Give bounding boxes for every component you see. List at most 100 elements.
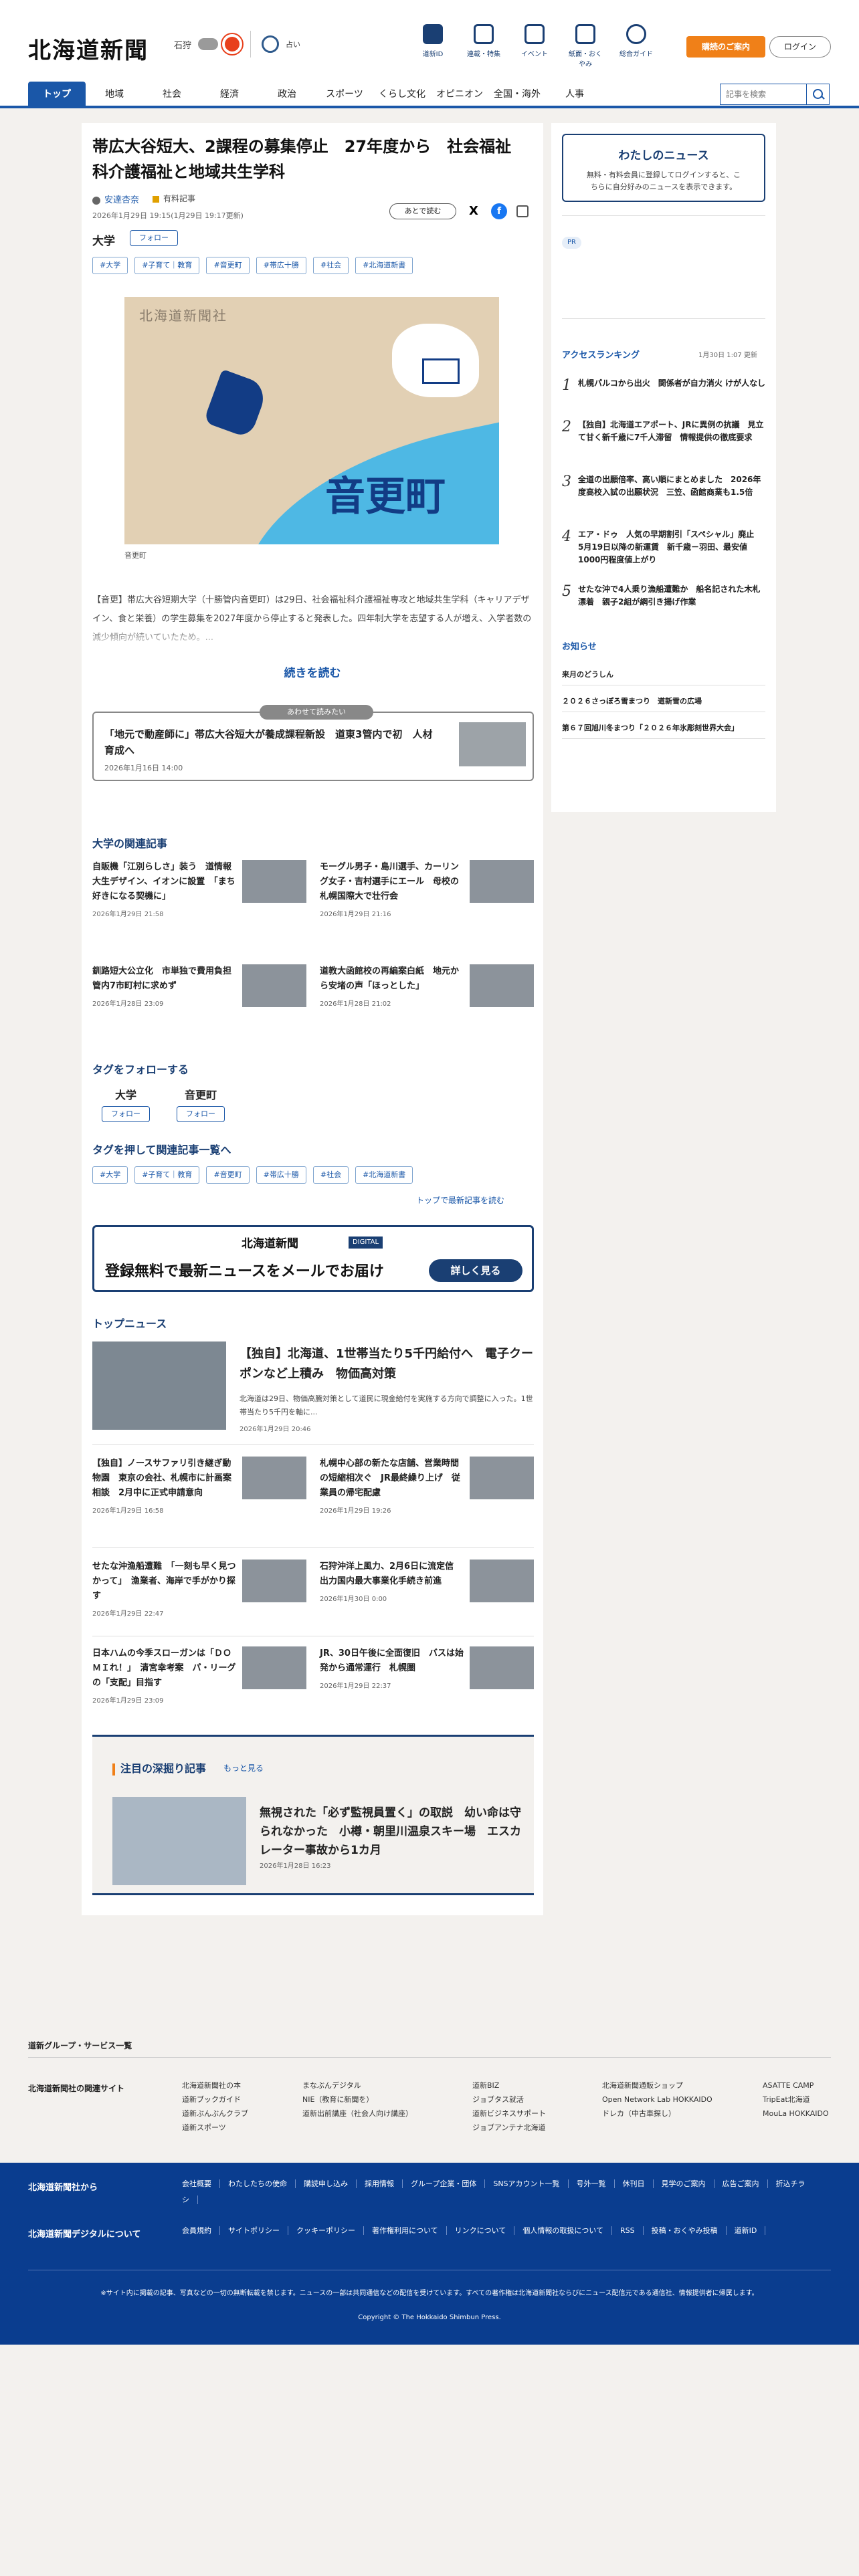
ranking-item[interactable]: 4 エア・ドゥ 人気の早期割引「スペシャル」廃止 5月19日以降の新運賃 新千歳－… [562, 528, 765, 566]
follow-tag-item: 大学 フォロー [102, 1086, 150, 1122]
top-news-item[interactable]: 石狩沖洋上風力、2月6日に流定信 出力国内最大事業化手続き前進 2026年1月30… [320, 1560, 534, 1603]
related-article[interactable]: モーグル男子・島川選手、カーリング女子・吉村選手にエール 母校の札幌国際大で壮行… [320, 860, 534, 918]
search-icon[interactable] [806, 84, 829, 104]
tag-link[interactable]: #子育て｜教育 [134, 1166, 200, 1184]
fortune-label: 占い [286, 40, 301, 49]
ranking-item[interactable]: 2 【独自】北海道エアポート、JRに異例の抗議 見立て甘く新千歳に7千人滞留 情報… [562, 419, 765, 444]
deep-dive-article-title[interactable]: 無視された「必ず監視員置く」の取説 幼い命は守られなかった 小樽・朝里川温泉スキ… [260, 1804, 527, 1860]
thumbnail [242, 1457, 306, 1499]
login-button[interactable]: ログイン [769, 36, 831, 58]
ranking-item[interactable]: 5 せたな沖で4人乗り漁船遭難か 船名記された木札漂着 親子2組が網引き揚げ作業 [562, 583, 765, 609]
tag-link[interactable]: #北海道新書 [355, 257, 413, 274]
thumbnail [92, 1341, 226, 1430]
copyright: Copyright © The Hokkaido Shimbun Press. [358, 2314, 501, 2321]
tag-link[interactable]: #帯広十勝 [256, 257, 306, 274]
nav-tab-sports[interactable]: スポーツ [316, 82, 373, 107]
mail-signup-banner[interactable]: 北海道新聞 DIGITAL 登録無料で最新ニュースをメールでお届け 詳しく見る [92, 1225, 534, 1292]
top-news-item[interactable]: JR、30日午後に全面復旧 バスは始発から通常運行 札幌圏 2026年1月29日 … [320, 1646, 534, 1690]
author-link[interactable]: 安達杏奈 [92, 193, 139, 205]
thumbnail [242, 1646, 306, 1689]
group-services-link[interactable]: 道新グループ・サービス一覧 [28, 2040, 132, 2051]
text-fade [82, 625, 543, 651]
x-share-icon[interactable]: X [466, 203, 482, 219]
related-article[interactable]: 釧路短大公立化 市単独で費用負担 管内7市町村に求めず 2026年1月28日 23… [92, 964, 306, 1008]
weather-area: 石狩 [174, 40, 192, 51]
icon-nav-event[interactable]: イベント [516, 24, 553, 68]
divider [562, 738, 765, 739]
tag-link[interactable]: #音更町 [206, 257, 250, 274]
tag-link[interactable]: #社会 [312, 1166, 349, 1184]
weather-widget[interactable]: 石狩 占い [174, 31, 300, 58]
nav-tab-economy[interactable]: 経済 [201, 82, 258, 107]
deep-dive-title: 注目の深掘り記事 [112, 1759, 206, 1776]
tag-link[interactable]: #大学 [92, 257, 128, 274]
tag-link[interactable]: #大学 [92, 1166, 128, 1184]
article-headline: 帯広大谷短大、2課程の募集停止 27年度から 社会福祉科介護福祉と地域共生学科 [92, 137, 512, 181]
icon-nav-paper[interactable]: 紙面・おくやみ [567, 24, 603, 68]
copyright-notice: ※サイト内に掲載の記事、写真などの一切の無断転載を禁じます。ニュースの一部は共同… [100, 2290, 759, 2297]
latest-articles-link[interactable]: トップで最新記事を読む [416, 1194, 504, 1206]
notice-title[interactable]: お知らせ [562, 639, 597, 652]
nav-tab-opinion[interactable]: オピニオン [431, 82, 488, 107]
tag-link[interactable]: #音更町 [206, 1166, 250, 1184]
nav-tab-personnel[interactable]: 人事 [546, 82, 603, 107]
ranking-item[interactable]: 3 全道の出願倍率、高い順にまとめました 2026年度高校入試の出願状況 三笠、函… [562, 473, 765, 499]
follow-button[interactable]: フォロー [102, 1106, 150, 1122]
my-news-box: わたしのニュース 無料・有料会員に登録してログインすると、こちらに自分好みのニュ… [562, 134, 765, 202]
image-caption: 音更町 [124, 551, 147, 560]
thumbnail[interactable] [112, 1797, 246, 1885]
tag-link[interactable]: #北海道新書 [355, 1166, 413, 1184]
subscribe-button[interactable]: 購読のご案内 [686, 36, 765, 58]
site-logo[interactable]: 北海道新聞 [28, 32, 149, 65]
newspaper-icon [575, 24, 595, 44]
fortune-icon [262, 35, 280, 53]
share-icon[interactable] [516, 205, 529, 217]
tag-link[interactable]: #子育て｜教育 [134, 257, 200, 274]
deep-dive-more-link[interactable]: もっと見る [223, 1762, 264, 1774]
follow-topic-button[interactable]: フォロー [130, 230, 178, 246]
tag-link[interactable]: #社会 [312, 257, 349, 274]
cloud-icon [198, 38, 219, 50]
footer-col: まなぶんデジタル NIE（教育に新聞を） 道新出前講座（社会人向け講座） [302, 2081, 413, 2118]
top-news-item[interactable]: 【独自】ノースサファリ引き継ぎ動物園 東京の会社、札幌市に計画案相談 2月中に正… [92, 1457, 306, 1515]
article-date: 2026年1月29日 19:15(1月29日 19:17更新) [92, 211, 244, 220]
sun-icon [225, 37, 240, 51]
notice-item[interactable]: 来月のどうしん [562, 669, 765, 679]
top-news-item[interactable]: せたな沖漁船遭難 「一刻も早く見つかって」 漁業者、海岸で手がかり探す 2026年… [92, 1560, 306, 1618]
nav-tab-top[interactable]: トップ [28, 82, 86, 107]
article-tags: #大学 #子育て｜教育 #音更町 #帯広十勝 #社会 #北海道新書 [92, 257, 413, 274]
nav-tab-society[interactable]: 社会 [143, 82, 201, 107]
facebook-share-icon[interactable]: f [491, 203, 507, 219]
read-later-button[interactable]: あとで読む [389, 203, 456, 219]
related-article[interactable]: 自販機「江別らしさ」装う 道情報大生デザイン、イオンに設置 「まち好きになる契機… [92, 860, 306, 918]
also-read-title: 「地元で動産師に」帯広大谷短大が養成課程新設 道東3管内で初 人材育成へ [104, 728, 433, 756]
article-map-image: 北海道新聞社 音更町 [124, 297, 499, 544]
top-news-item[interactable]: 日本ハムの今季スローガンは「ＤＯＭＩれ！」 清宮幸考案 パ・リーグの「支配」目指… [92, 1646, 306, 1705]
nav-tab-world[interactable]: 全国・海外 [488, 82, 546, 107]
divider [92, 1547, 534, 1548]
nav-tab-region[interactable]: 地域 [86, 82, 143, 107]
notice-item[interactable]: ２０２６さっぽろ雪まつり 道新雪の広場 [562, 695, 765, 706]
banner-more-button[interactable]: 詳しく見る [429, 1259, 522, 1282]
my-news-text: 無料・有料会員に登録してログインすると、こちらに自分好みのニュースを表示できます… [586, 171, 741, 191]
thumbnail [470, 964, 534, 1007]
icon-nav-guide[interactable]: 総合ガイド [618, 24, 654, 68]
also-read-card[interactable]: あわせて読みたい 「地元で動産師に」帯広大谷短大が養成課程新設 道東3管内で初 … [92, 705, 534, 781]
ranking-item[interactable]: 1 札幌パルコから出火 関係者が自力消火 けが人なし [562, 377, 765, 394]
search-input[interactable] [721, 84, 805, 104]
follow-button[interactable]: フォロー [177, 1106, 225, 1122]
nav-tab-culture[interactable]: くらし文化 [373, 82, 431, 107]
town-area [203, 368, 270, 439]
icon-nav-id[interactable]: 道新ID [415, 24, 451, 68]
top-news-item[interactable]: 札幌中心部の新たな店舗、営業時間の短縮相次ぐ JR最終繰り上げ 従業員の帰宅配慮… [320, 1457, 534, 1515]
read-more-link[interactable]: 続きを読む [82, 663, 543, 680]
ranking-title[interactable]: アクセスランキング [562, 348, 640, 360]
footer-links: 道新グループ・サービス一覧 北海道新聞社の関連サイト 北海道新聞社の本 道新ブック… [0, 1969, 859, 2163]
related-article[interactable]: 道教大函館校の再編案白紙 地元から安堵の声「ほっとした」 2026年1月28日 2… [320, 964, 534, 1008]
nav-tab-politics[interactable]: 政治 [258, 82, 316, 107]
notice-item[interactable]: 第６７回旭川冬まつり「２０２６年氷彫刻世界大会」 [562, 722, 765, 733]
tag-link[interactable]: #帯広十勝 [256, 1166, 306, 1184]
top-news-lead[interactable]: 【独自】北海道、1世帯当たり5千円給付へ 電子クーポンなど上積み 物価高対策 北… [92, 1341, 534, 1435]
digital-links: 会員規約 サイトポリシー クッキーポリシー 著作権利用について リンクについて 個人情報の… [182, 2223, 818, 2239]
icon-nav-series[interactable]: 連載・特集 [466, 24, 502, 68]
